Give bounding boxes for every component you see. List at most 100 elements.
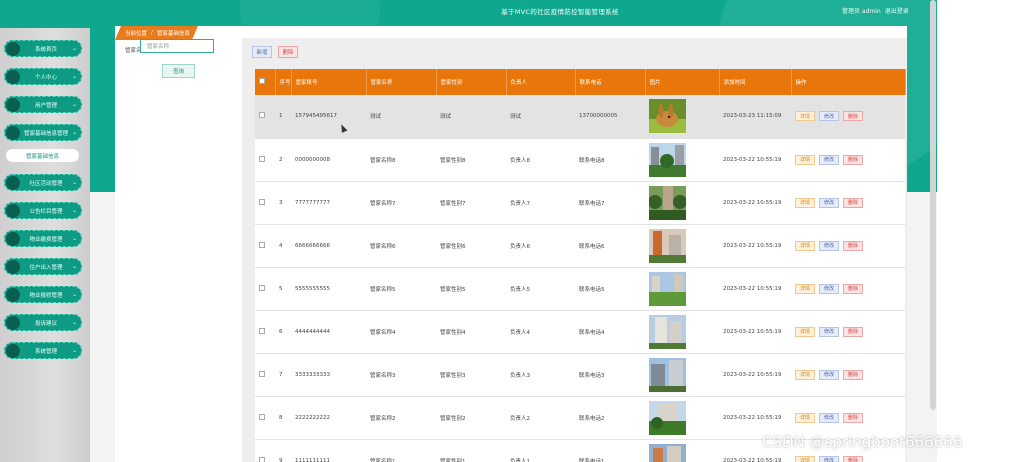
main-panel: 当前位置 / 管家基础信息 管家名称 管家名称 查询 新增 删除 序号 管家账号… (115, 26, 907, 462)
cell-time: 2023-03-22 10:55:19 (719, 138, 791, 182)
batch-delete-button[interactable]: 删除 (278, 46, 298, 58)
detail-button[interactable]: 详情 (795, 111, 815, 122)
cell-owner: 测试 (506, 95, 575, 139)
detail-button[interactable]: 详情 (795, 240, 815, 251)
table-row[interactable]: 5 5555555555 管家名称5 管家性别5 负责人5 联系电话5 2023-03-22… (255, 267, 905, 311)
table-row[interactable]: 3 7777777777 管家名称7 管家性别7 负责人7 联系电话7 2023-03-22… (255, 181, 905, 225)
header-gender[interactable]: 管家性别 (436, 69, 507, 95)
delete-button[interactable]: 删除 (843, 283, 863, 294)
thumbnail-image[interactable] (649, 228, 686, 263)
edit-button[interactable]: 修改 (819, 283, 839, 294)
row-checkbox[interactable] (259, 241, 265, 248)
sidebar-item-11[interactable]: 系统管理 ⌄ (4, 342, 82, 359)
select-all-checkbox[interactable] (259, 78, 265, 84)
cell-time: 2023-03-23 11:15:09 (719, 95, 791, 139)
detail-button[interactable]: 详情 (795, 154, 815, 165)
row-checkbox[interactable] (259, 112, 265, 119)
table-row[interactable]: 7 3333333333 管家名称3 管家性别3 负责人3 联系电话3 2023-03-22… (255, 353, 905, 397)
edit-button[interactable]: 修改 (819, 326, 839, 337)
sidebar-item-label: 系统管理 (34, 348, 57, 355)
row-checkbox[interactable] (259, 370, 265, 377)
search-button[interactable]: 查询 (162, 64, 195, 78)
delete-button[interactable]: 删除 (843, 240, 863, 251)
edit-button[interactable]: 修改 (819, 369, 839, 380)
sidebar-item-5[interactable]: 社区活动管理 ⌄ (4, 174, 82, 191)
sidebar-item-8[interactable]: 住户出入管理 ⌄ (4, 258, 82, 275)
detail-button[interactable]: 详情 (795, 283, 815, 294)
cell-image (645, 138, 719, 182)
sidebar-item-label: 物业报修管理 (29, 292, 63, 299)
edit-button[interactable]: 修改 (819, 111, 839, 122)
header-time[interactable]: 添加时间 (719, 69, 792, 95)
sidebar-item-3[interactable]: 用户管理 ⌄ (4, 96, 82, 113)
table-row[interactable]: 6 4444444444 管家名称4 管家性别4 负责人4 联系电话4 2023-03-22… (255, 310, 905, 354)
delete-button[interactable]: 删除 (843, 412, 863, 423)
detail-button[interactable]: 详情 (795, 412, 815, 423)
table-row[interactable]: 4 6666666666 管家名称6 管家性别6 负责人6 联系电话6 2023-03-22… (255, 224, 905, 268)
delete-button[interactable]: 删除 (843, 111, 863, 122)
thumbnail-image[interactable] (649, 357, 686, 392)
cell-image (645, 439, 719, 462)
row-select-cell (255, 267, 275, 311)
edit-button[interactable]: 修改 (819, 455, 839, 462)
cell-index: 1 (275, 95, 291, 139)
header-owner[interactable]: 负责人 (506, 69, 576, 95)
thumbnail-image[interactable] (648, 185, 687, 220)
sidebar-item-label: 投诉建议 (34, 320, 57, 327)
detail-button[interactable]: 详情 (795, 369, 815, 380)
sidebar-item-7[interactable]: 物业缴费管理 ⌄ (4, 230, 82, 247)
cell-gender: 管家性别4 (436, 310, 506, 354)
breadcrumb-home[interactable]: 当前位置 (125, 29, 147, 37)
delete-button[interactable]: 删除 (843, 154, 863, 165)
sidebar-item-label: 系统首页 (34, 46, 57, 53)
sidebar-item-2[interactable]: 个人中心 ⌄ (4, 68, 82, 85)
header-account[interactable]: 管家账号 (291, 69, 367, 95)
add-button[interactable]: 新增 (252, 46, 272, 58)
table-row[interactable]: 1 157945495617 测试 测试 测试 13700000005 2023-03-23… (255, 95, 905, 139)
sidebar-subitem-active[interactable]: 管家基础信息 (6, 149, 79, 162)
cell-actions: 详情 修改 删除 (791, 181, 905, 225)
header-phone[interactable]: 联系电话 (575, 69, 646, 95)
sidebar-item-10[interactable]: 投诉建议 ⌄ (4, 314, 82, 331)
edit-button[interactable]: 修改 (819, 154, 839, 165)
thumbnail-image[interactable] (649, 142, 686, 177)
detail-button[interactable]: 详情 (795, 455, 815, 462)
row-checkbox[interactable] (259, 198, 265, 205)
row-checkbox[interactable] (259, 413, 265, 420)
sidebar-item-4[interactable]: 管家基础信息管理 ⌄ (4, 124, 82, 141)
row-checkbox[interactable] (259, 327, 265, 334)
thumbnail-image[interactable] (649, 400, 686, 435)
thumbnail-image[interactable] (649, 443, 686, 462)
header-name[interactable]: 管家名称 (366, 69, 437, 95)
cell-phone: 联系电话7 (575, 181, 645, 225)
row-select-cell (255, 310, 275, 354)
delete-button[interactable]: 删除 (843, 197, 863, 208)
cell-account: 157945495617 (291, 95, 366, 139)
edit-button[interactable]: 修改 (819, 240, 839, 251)
cell-account: 3333333333 (291, 353, 366, 397)
sidebar-item-6[interactable]: 公告栏目管理 ⌄ (4, 202, 82, 219)
edit-button[interactable]: 修改 (819, 197, 839, 208)
thumbnail-image[interactable] (649, 271, 686, 306)
cell-owner: 负责人1 (506, 439, 575, 462)
page-scrollbar[interactable] (930, 0, 936, 410)
detail-button[interactable]: 详情 (795, 326, 815, 337)
thumbnail-image[interactable] (649, 99, 686, 134)
edit-button[interactable]: 修改 (819, 412, 839, 423)
user-area: 管理员 admin 退出登录 (842, 6, 909, 15)
table-row[interactable]: 2 0000000008 管家名称8 管家性别8 负责人8 联系电话8 2023-03-22… (255, 138, 905, 182)
row-checkbox[interactable] (259, 456, 265, 462)
search-input[interactable]: 管家名称 (140, 39, 214, 53)
cell-owner: 负责人8 (506, 138, 575, 182)
logout-link[interactable]: 退出登录 (885, 6, 909, 15)
delete-button[interactable]: 删除 (843, 369, 863, 380)
delete-button[interactable]: 删除 (843, 326, 863, 337)
cell-time: 2023-03-22 10:55:19 (719, 224, 791, 268)
delete-button[interactable]: 删除 (843, 455, 863, 462)
row-checkbox[interactable] (259, 284, 265, 291)
sidebar-item-9[interactable]: 物业报修管理 ⌄ (4, 286, 82, 303)
row-checkbox[interactable] (259, 155, 265, 162)
thumbnail-image[interactable] (649, 314, 686, 349)
detail-button[interactable]: 详情 (795, 197, 815, 208)
sidebar-item-1[interactable]: 系统首页 ⌄ (4, 40, 82, 57)
